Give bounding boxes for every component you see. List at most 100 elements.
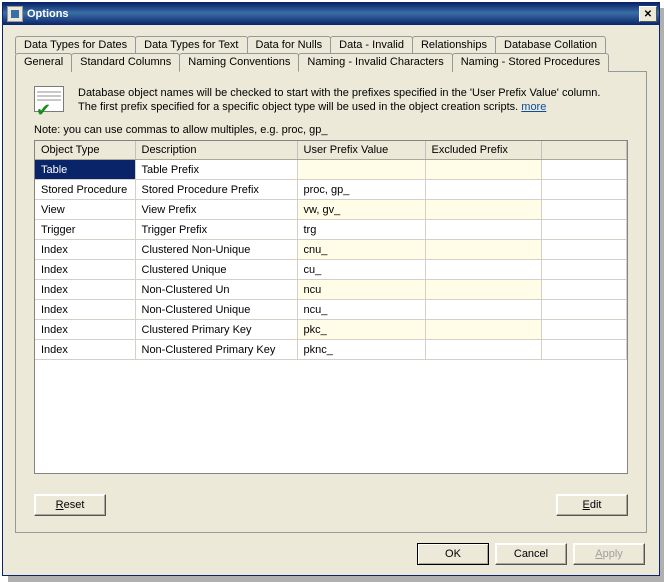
cell-excluded-prefix[interactable]: [425, 220, 541, 240]
options-window: Options ✕ Data Types for DatesData Types…: [2, 2, 660, 576]
close-button[interactable]: ✕: [639, 6, 657, 22]
cell-description: Clustered Primary Key: [135, 320, 297, 340]
apply-rest: pply: [603, 548, 623, 560]
column-header[interactable]: Excluded Prefix: [425, 141, 541, 160]
cell-user-prefix[interactable]: pknc_: [297, 340, 425, 360]
cell-excluded-prefix[interactable]: [425, 260, 541, 280]
close-icon: ✕: [644, 9, 652, 20]
cell-user-prefix[interactable]: trg: [297, 220, 425, 240]
cell-spacer: [541, 160, 627, 180]
cell-description: Trigger Prefix: [135, 220, 297, 240]
tab-general[interactable]: General: [15, 53, 72, 72]
table-row[interactable]: IndexNon-Clustered Uniquencu_: [35, 300, 627, 320]
cell-spacer: [541, 260, 627, 280]
cell-excluded-prefix[interactable]: [425, 160, 541, 180]
cell-object-type[interactable]: Index: [35, 280, 135, 300]
info-line1: Database object names will be checked to…: [78, 87, 600, 99]
column-header[interactable]: User Prefix Value: [297, 141, 425, 160]
cell-excluded-prefix[interactable]: [425, 280, 541, 300]
cell-spacer: [541, 220, 627, 240]
cell-description: Non-Clustered Primary Key: [135, 340, 297, 360]
column-header[interactable]: [541, 141, 627, 160]
tab-data-types-for-dates[interactable]: Data Types for Dates: [15, 36, 136, 54]
tab-naming-stored-procedures[interactable]: Naming - Stored Procedures: [452, 53, 609, 72]
table-row[interactable]: Stored ProcedureStored Procedure Prefixp…: [35, 180, 627, 200]
info-text: Database object names will be checked to…: [78, 86, 600, 114]
titlebar: Options ✕: [3, 3, 659, 25]
cell-excluded-prefix[interactable]: [425, 240, 541, 260]
column-header[interactable]: Object Type: [35, 141, 135, 160]
cell-object-type[interactable]: Index: [35, 320, 135, 340]
cell-description: View Prefix: [135, 200, 297, 220]
cell-excluded-prefix[interactable]: [425, 200, 541, 220]
table-row[interactable]: IndexNon-Clustered Primary Keypknc_: [35, 340, 627, 360]
cell-object-type[interactable]: Trigger: [35, 220, 135, 240]
cell-user-prefix[interactable]: vw, gv_: [297, 200, 425, 220]
cell-user-prefix[interactable]: [297, 160, 425, 180]
cell-spacer: [541, 280, 627, 300]
apply-button: Apply: [573, 543, 645, 565]
info-line2: The first prefix specified for a specifi…: [78, 101, 518, 113]
cell-spacer: [541, 240, 627, 260]
column-header[interactable]: Description: [135, 141, 297, 160]
cell-description: Clustered Unique: [135, 260, 297, 280]
tab-panel-naming-conventions: ✔ Database object names will be checked …: [15, 71, 647, 533]
cell-object-type[interactable]: Table: [35, 160, 135, 180]
cell-object-type[interactable]: Index: [35, 240, 135, 260]
cancel-button[interactable]: Cancel: [495, 543, 567, 565]
tab-data-types-for-text[interactable]: Data Types for Text: [135, 36, 247, 54]
note-text: Note: you can use commas to allow multip…: [34, 124, 628, 136]
window-title: Options: [27, 8, 639, 20]
table-row[interactable]: IndexClustered Non-Uniquecnu_: [35, 240, 627, 260]
cell-excluded-prefix[interactable]: [425, 340, 541, 360]
table-row[interactable]: TableTable Prefix: [35, 160, 627, 180]
cell-user-prefix[interactable]: pkc_: [297, 320, 425, 340]
table-row[interactable]: IndexNon-Clustered Unncu: [35, 280, 627, 300]
apply-underline: A: [595, 548, 602, 560]
cell-user-prefix[interactable]: cu_: [297, 260, 425, 280]
table-row[interactable]: ViewView Prefixvw, gv_: [35, 200, 627, 220]
more-link[interactable]: more: [521, 101, 546, 113]
tab-naming-conventions[interactable]: Naming Conventions: [179, 53, 299, 72]
tab-standard-columns[interactable]: Standard Columns: [71, 53, 180, 72]
tab-data-for-nulls[interactable]: Data for Nulls: [247, 36, 332, 54]
cell-spacer: [541, 180, 627, 200]
cell-description: Clustered Non-Unique: [135, 240, 297, 260]
cell-description: Stored Procedure Prefix: [135, 180, 297, 200]
tabstrip: Data Types for DatesData Types for TextD…: [15, 35, 647, 71]
cell-spacer: [541, 300, 627, 320]
edit-button[interactable]: Edit: [556, 494, 628, 516]
table-row[interactable]: TriggerTrigger Prefixtrg: [35, 220, 627, 240]
cell-object-type[interactable]: Stored Procedure: [35, 180, 135, 200]
cell-user-prefix[interactable]: proc, gp_: [297, 180, 425, 200]
table-row[interactable]: IndexClustered Uniquecu_: [35, 260, 627, 280]
info-area: ✔ Database object names will be checked …: [34, 86, 628, 116]
tab-data-invalid[interactable]: Data - Invalid: [330, 36, 413, 54]
cell-object-type[interactable]: Index: [35, 260, 135, 280]
tab-naming-invalid-characters[interactable]: Naming - Invalid Characters: [298, 53, 452, 72]
cell-excluded-prefix[interactable]: [425, 300, 541, 320]
reset-button[interactable]: Reset: [34, 494, 106, 516]
cell-object-type[interactable]: Index: [35, 300, 135, 320]
tab-database-collation[interactable]: Database Collation: [495, 36, 606, 54]
cell-description: Non-Clustered Unique: [135, 300, 297, 320]
table-row[interactable]: IndexClustered Primary Keypkc_: [35, 320, 627, 340]
tab-relationships[interactable]: Relationships: [412, 36, 496, 54]
edit-label-rest: dit: [590, 499, 602, 511]
reset-label-rest: eset: [64, 499, 85, 511]
cell-excluded-prefix[interactable]: [425, 320, 541, 340]
cell-object-type[interactable]: View: [35, 200, 135, 220]
cell-description: Non-Clustered Un: [135, 280, 297, 300]
cell-description: Table Prefix: [135, 160, 297, 180]
cell-excluded-prefix[interactable]: [425, 180, 541, 200]
cell-spacer: [541, 320, 627, 340]
checklist-icon: ✔: [34, 86, 68, 116]
ok-button[interactable]: OK: [417, 543, 489, 565]
cell-object-type[interactable]: Index: [35, 340, 135, 360]
cell-user-prefix[interactable]: ncu_: [297, 300, 425, 320]
cell-user-prefix[interactable]: cnu_: [297, 240, 425, 260]
cell-spacer: [541, 340, 627, 360]
cell-user-prefix[interactable]: ncu: [297, 280, 425, 300]
app-icon: [7, 6, 23, 22]
prefix-grid[interactable]: Object TypeDescriptionUser Prefix ValueE…: [34, 140, 628, 474]
